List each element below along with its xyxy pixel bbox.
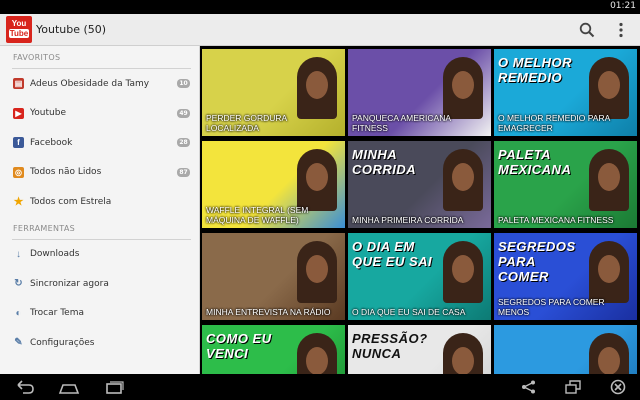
- favorites-list: ▤ Adeus Obesidade da Tamy 10 ▶ Youtube 49 f Fac…: [0, 69, 199, 217]
- share-icon[interactable]: [518, 379, 540, 395]
- video-title: PALETA MEXICANA FITNESS: [498, 215, 614, 225]
- video-title: PANQUECA AMERICANA FITNESS: [352, 113, 451, 133]
- drawer-item[interactable]: ◎ Todos não Lidos 87: [0, 158, 199, 188]
- presenter-image: [297, 241, 337, 303]
- presenter-image: [443, 241, 483, 303]
- tools-list: ↓ Downloads ↻ Sincronizar agora ◐ Trocar Tema…: [0, 240, 199, 358]
- presenter-image: [589, 333, 629, 374]
- app-screen: 01:21 You Tube Youtube (50) FAVORITOS ▤ A…: [0, 0, 640, 400]
- status-time: 01:21: [610, 1, 636, 11]
- drawer-item-label: Todos não Lidos: [30, 167, 102, 178]
- video-title: O MELHOR REMEDIO PARA EMAGRECER: [498, 113, 610, 133]
- navigation-drawer: FAVORITOS ▤ Adeus Obesidade da Tamy 10 ▶ You…: [0, 46, 200, 374]
- count-badge: 10: [177, 79, 190, 88]
- drawer-item[interactable]: f Facebook 28: [0, 128, 199, 158]
- logo-text-tube: Tube: [9, 29, 29, 38]
- status-bar: 01:21: [0, 0, 640, 14]
- count-badge: 49: [177, 108, 190, 118]
- video-thumbnail[interactable]: O MELHOR REMEDIO O MELHOR REMEDIO PARA EM…: [494, 49, 637, 136]
- video-grid: PERDER GORDURA LOCALIZADA PANQUECA AMERIC…: [200, 46, 640, 374]
- thumbnail-caption: O DIA EM QUE EU SAI: [352, 239, 433, 269]
- presenter-image: [297, 149, 337, 211]
- video-thumbnail[interactable]: O DIA EM QUE EU SAI O DIA QUE EU SAI DE C…: [348, 233, 491, 320]
- section-header-tools: FERRAMENTAS: [13, 223, 75, 233]
- video-thumbnail[interactable]: MINHA ENTREVISTA NA RÁDIO: [202, 233, 345, 320]
- thumbnail-caption: O MELHOR REMEDIO: [498, 55, 573, 85]
- drawer-item-label: Downloads: [30, 249, 80, 260]
- video-title: O DIA QUE EU SAI DE CASA: [352, 307, 466, 317]
- drawer-item[interactable]: ✎ Configurações: [0, 328, 199, 358]
- presenter-image: [443, 57, 483, 119]
- system-navigation-bar: [0, 374, 640, 400]
- drawer-item[interactable]: ↻ Sincronizar agora: [0, 269, 199, 299]
- drawer-item-label: Configurações: [30, 337, 95, 348]
- drawer-item-label: Facebook: [30, 137, 73, 148]
- video-thumbnail[interactable]: PRESSÃO? NUNCA: [348, 325, 491, 374]
- star-icon: ★: [13, 196, 24, 209]
- recent-apps-icon[interactable]: [104, 379, 126, 395]
- close-circle-icon[interactable]: [607, 379, 629, 395]
- video-title: WAFFLE INTEGRAL (SEM MÁQUINA DE WAFFLE): [206, 205, 309, 225]
- theme-icon: ◐: [15, 307, 22, 319]
- drawer-item[interactable]: ↓ Downloads: [0, 240, 199, 270]
- drawer-item-label: Youtube: [30, 108, 66, 119]
- drawer-item[interactable]: ◐ Trocar Tema: [0, 299, 199, 329]
- video-title: SEGREDOS PARA COMER MENOS: [498, 297, 605, 317]
- presenter-image: [589, 57, 629, 119]
- presenter-image: [443, 149, 483, 211]
- page-title: Youtube (50): [36, 23, 107, 36]
- youtube-icon: ▶: [13, 107, 24, 119]
- search-icon[interactable]: [578, 21, 596, 39]
- presenter-image: [589, 149, 629, 211]
- logo-text-you: You: [11, 19, 27, 28]
- presenter-image: [589, 241, 629, 303]
- thumbnail-caption: PRESSÃO? NUNCA: [352, 331, 428, 361]
- video-thumbnail[interactable]: COMO EU VENCI: [202, 325, 345, 374]
- drawer-item[interactable]: ▤ Adeus Obesidade da Tamy 10: [0, 69, 199, 99]
- facebook-icon: f: [13, 137, 24, 149]
- video-title: MINHA ENTREVISTA NA RÁDIO: [206, 307, 331, 317]
- video-thumbnail[interactable]: PALETA MEXICANA PALETA MEXICANA FITNESS: [494, 141, 637, 228]
- section-header-favorites: FAVORITOS: [13, 53, 61, 62]
- drawer-item-label: Sincronizar agora: [30, 278, 109, 289]
- thumbnail-caption: COMO EU VENCI: [206, 331, 272, 361]
- thumbnail-caption: MINHA CORRIDA: [352, 147, 417, 177]
- feed-icon: ▤: [13, 78, 24, 90]
- presenter-image: [297, 57, 337, 119]
- video-thumbnail[interactable]: MINHA CORRIDA MINHA PRIMEIRA CORRIDA: [348, 141, 491, 228]
- presenter-image: [443, 333, 483, 374]
- action-bar: You Tube Youtube (50): [0, 14, 640, 46]
- video-thumbnail[interactable]: WAFFLE INTEGRAL (SEM MÁQUINA DE WAFFLE): [202, 141, 345, 228]
- thumbnail-caption: SEGREDOS PARA COMER: [498, 239, 576, 284]
- drawer-item-label: Trocar Tema: [30, 308, 84, 319]
- count-badge: 87: [177, 167, 190, 177]
- overflow-menu-icon[interactable]: [612, 21, 630, 39]
- video-thumbnail[interactable]: PANQUECA AMERICANA FITNESS: [348, 49, 491, 136]
- sync-icon: ↻: [14, 278, 23, 290]
- video-title: PERDER GORDURA LOCALIZADA: [206, 113, 287, 133]
- video-thumbnail[interactable]: PERDER GORDURA LOCALIZADA: [202, 49, 345, 136]
- unread-icon: ◎: [13, 166, 24, 178]
- youtube-logo-icon[interactable]: You Tube: [6, 16, 32, 43]
- back-icon[interactable]: [14, 379, 36, 395]
- settings-icon: ✎: [14, 337, 23, 349]
- drawer-item-label: Todos com Estrela: [30, 196, 112, 207]
- download-icon: ↓: [16, 248, 21, 260]
- window-icon[interactable]: [562, 379, 584, 395]
- drawer-item[interactable]: ★ Todos com Estrela: [0, 187, 199, 217]
- video-title: MINHA PRIMEIRA CORRIDA: [352, 215, 464, 225]
- count-badge: 28: [177, 138, 190, 147]
- presenter-image: [297, 333, 337, 374]
- thumbnail-caption: PALETA MEXICANA: [498, 147, 572, 177]
- video-thumbnail[interactable]: [494, 325, 637, 374]
- video-thumbnail[interactable]: SEGREDOS PARA COMER SEGREDOS PARA COMER M…: [494, 233, 637, 320]
- home-icon[interactable]: [58, 379, 80, 395]
- drawer-item[interactable]: ▶ Youtube 49: [0, 99, 199, 129]
- drawer-item-label: Adeus Obesidade da Tamy: [30, 78, 150, 89]
